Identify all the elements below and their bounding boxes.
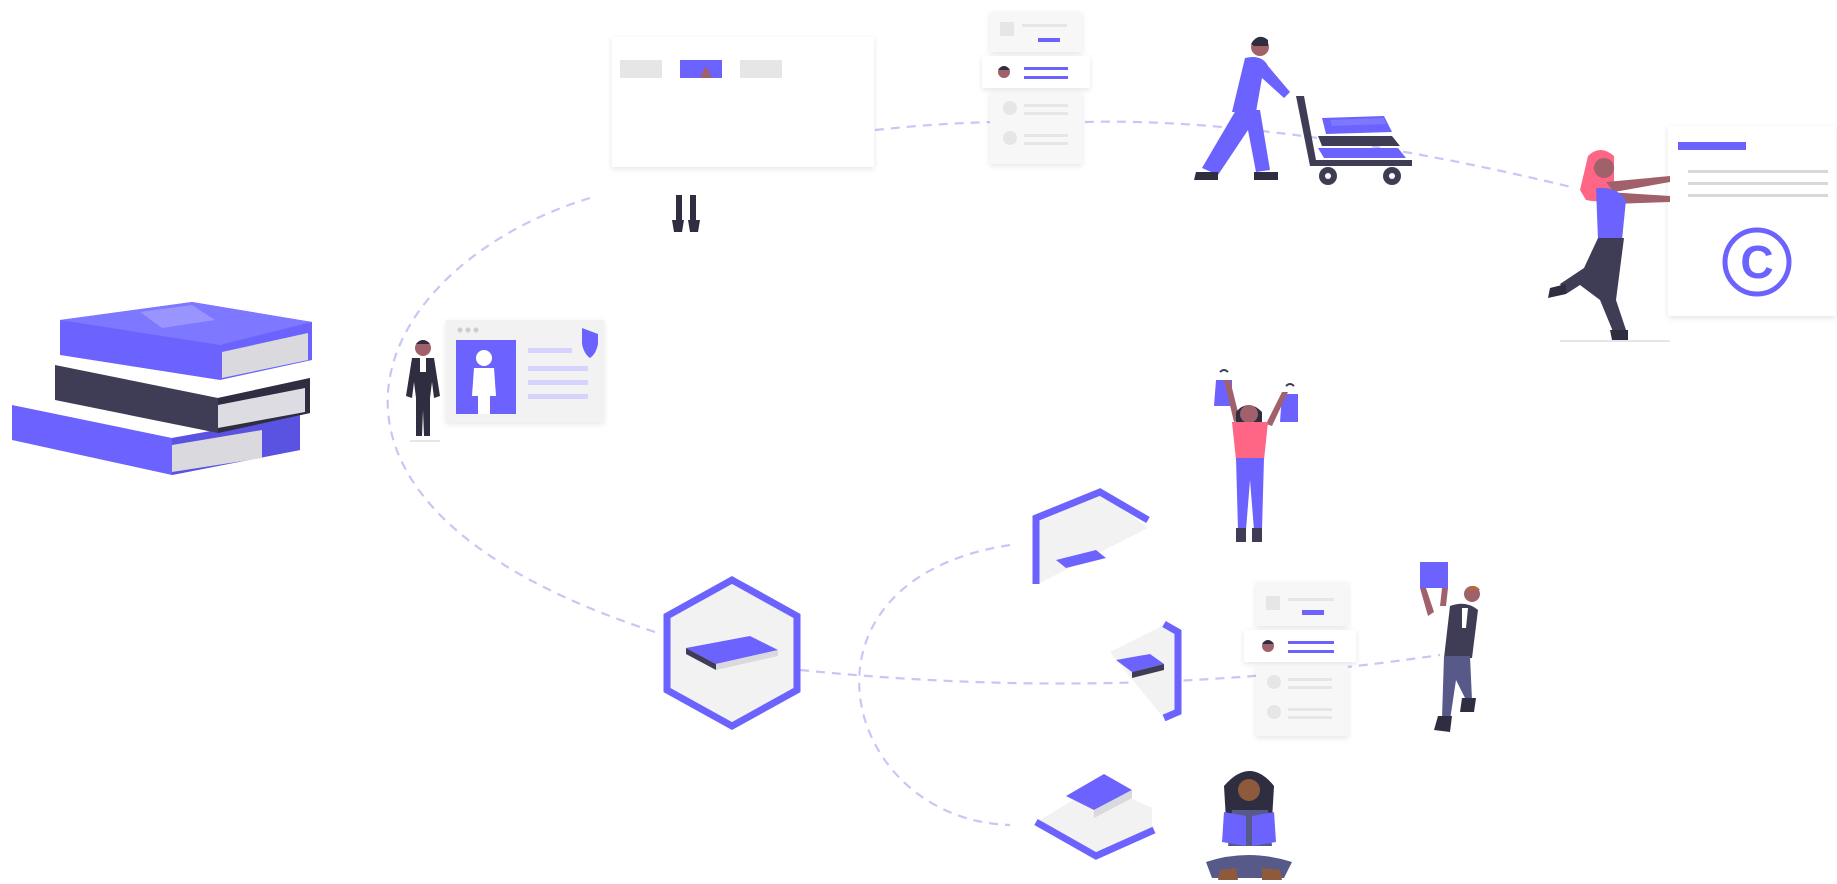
copyright-icon: C [1740, 236, 1773, 288]
woman-shopping-illustration [1214, 369, 1298, 542]
man-holding-box-illustration [1420, 562, 1480, 732]
browser-card-top [612, 37, 874, 232]
woman-reading-illustration [1206, 771, 1292, 880]
book-lifecycle-diagram: C [0, 0, 1837, 884]
id-card-illustration [446, 320, 604, 422]
list-card-bottom [1244, 582, 1356, 736]
hexagon-book-upper [1032, 488, 1150, 584]
connection-paths [386, 120, 1576, 827]
diagram-canvas: C [12, 12, 1836, 880]
man-standing-illustration [406, 340, 440, 442]
list-card-top [982, 12, 1090, 164]
hexagon-book-center [663, 575, 801, 731]
woman-holding-document-illustration [1548, 150, 1670, 340]
path-branch-fan [858, 543, 1011, 827]
man-pushing-cart-illustration [1194, 36, 1412, 185]
hexagon-book-lower [1034, 774, 1156, 860]
book-stack-illustration [12, 302, 312, 475]
hexagon-book-middle [1110, 620, 1182, 722]
